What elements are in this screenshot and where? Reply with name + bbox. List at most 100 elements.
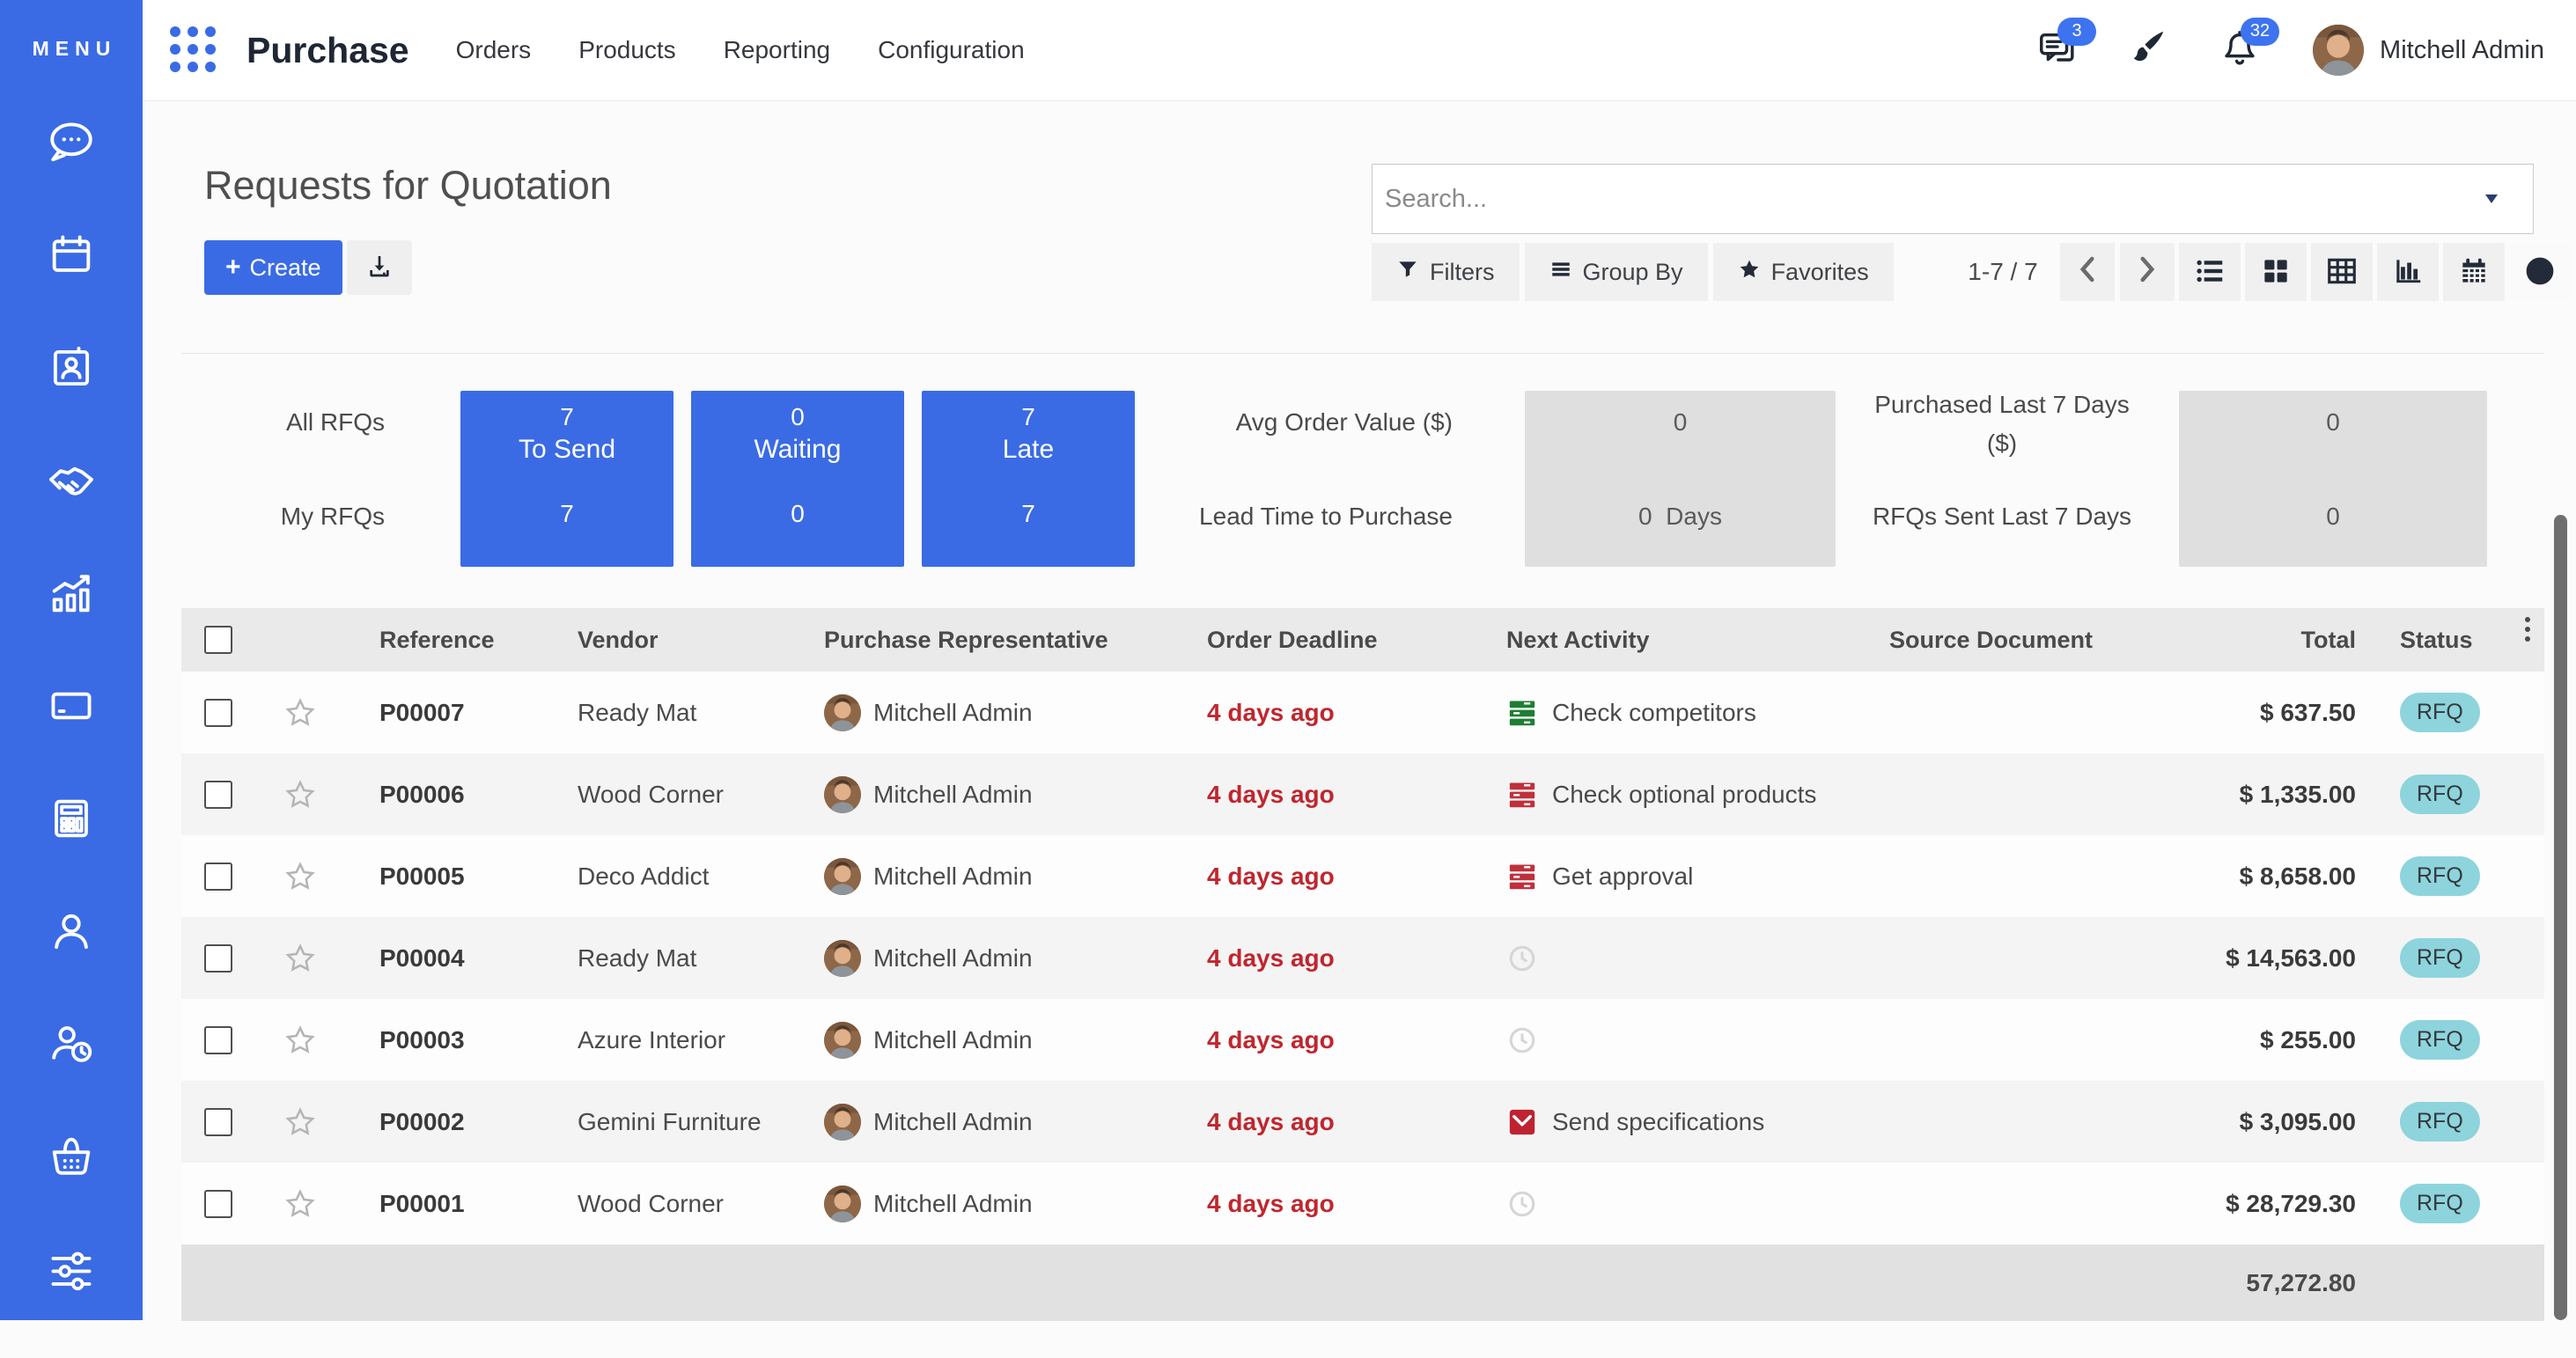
rfq-vendor: Deco Addict (578, 835, 709, 917)
sidebar-item-discuss[interactable] (46, 119, 97, 170)
sidebar-item-employees[interactable] (46, 907, 97, 958)
view-calendar-button[interactable] (2443, 243, 2505, 301)
col-header-status[interactable]: Status (2400, 608, 2473, 672)
activity-tasks-red-icon[interactable] (1506, 861, 1538, 892)
row-checkbox[interactable] (204, 1108, 232, 1136)
view-activity-button[interactable] (2509, 243, 2571, 301)
rep-name: Mitchell Admin (873, 863, 1033, 891)
apps-menu-icon[interactable] (169, 26, 218, 75)
menu-products[interactable]: Products (555, 36, 700, 64)
menu-toggle[interactable]: MENU (26, 37, 117, 61)
pager-range: 1-7 / 7 (1950, 243, 2056, 301)
favorite-star-icon[interactable] (283, 917, 317, 999)
messages-button[interactable]: 3 (2036, 28, 2077, 73)
sidebar-item-sales[interactable] (46, 569, 97, 620)
pager-next-button[interactable] (2120, 243, 2175, 301)
next-activity[interactable]: Send specifications (1506, 1081, 1764, 1163)
favorite-star-icon[interactable] (283, 1081, 317, 1163)
theme-brush-button[interactable] (2128, 28, 2168, 73)
menu-orders[interactable]: Orders (432, 36, 556, 64)
sidebar-item-calendar[interactable] (46, 231, 97, 283)
row-checkbox[interactable] (204, 781, 232, 809)
pager-previous-button[interactable] (2060, 243, 2115, 301)
favorite-star-icon[interactable] (283, 1163, 317, 1244)
notifications-button[interactable]: 32 (2219, 28, 2260, 73)
sidebar-item-attendance[interactable] (46, 1020, 97, 1071)
col-header-total[interactable]: Total (2301, 608, 2357, 672)
next-activity[interactable]: Get approval (1506, 835, 1693, 917)
calendar-icon (46, 230, 97, 285)
table-row[interactable]: P00006 Wood Corner Mitchell Admin 4 days… (181, 753, 2544, 835)
col-header-reference[interactable]: Reference (379, 608, 495, 672)
row-checkbox[interactable] (204, 1026, 232, 1054)
sidebar-item-accounting[interactable] (46, 795, 97, 846)
col-header-vendor[interactable]: Vendor (578, 608, 659, 672)
col-header-activity[interactable]: Next Activity (1506, 608, 1650, 672)
sidebar-item-purchase[interactable] (46, 1133, 97, 1184)
next-activity[interactable]: Check optional products (1506, 753, 1816, 835)
activity-summary: Check optional products (1552, 781, 1816, 809)
row-checkbox[interactable] (204, 699, 232, 727)
group-by-button[interactable]: Group By (1525, 243, 1708, 301)
menu-reporting[interactable]: Reporting (700, 36, 854, 64)
select-all-checkbox[interactable] (204, 626, 232, 654)
filter-my-rfqs[interactable]: My RFQs (143, 503, 385, 531)
sales-chart-icon (46, 568, 97, 623)
discuss-icon (46, 117, 97, 173)
view-graph-button[interactable] (2377, 243, 2439, 301)
favorite-star-icon[interactable] (283, 835, 317, 917)
tile-late[interactable]: 7 Late 7 (922, 391, 1135, 567)
activity-clock-icon[interactable] (1506, 1024, 1538, 1056)
row-checkbox[interactable] (204, 944, 232, 973)
table-row[interactable]: P00002 Gemini Furniture Mitchell Admin 4… (181, 1081, 2544, 1163)
vertical-scrollbar[interactable] (2554, 515, 2567, 1320)
view-kanban-button[interactable] (2245, 243, 2307, 301)
sidebar-item-expenses[interactable] (46, 682, 97, 733)
row-checkbox[interactable] (204, 1190, 232, 1218)
view-list-button[interactable] (2179, 243, 2241, 301)
row-checkbox[interactable] (204, 863, 232, 891)
view-pivot-button[interactable] (2311, 243, 2373, 301)
table-row[interactable]: P00005 Deco Addict Mitchell Admin 4 days… (181, 835, 2544, 917)
menu-configuration[interactable]: Configuration (854, 36, 1049, 64)
next-activity[interactable] (1506, 917, 1552, 999)
create-button[interactable]: + Create (204, 240, 342, 295)
favorite-star-icon[interactable] (283, 753, 317, 835)
rfq-vendor: Azure Interior (578, 999, 725, 1081)
app-title[interactable]: Purchase (247, 30, 409, 71)
rfq-total: $ 28,729.30 (2226, 1163, 2356, 1244)
col-header-source[interactable]: Source Document (1889, 608, 2093, 672)
activity-tasks-green-icon[interactable] (1506, 697, 1538, 729)
sidebar-item-settings[interactable] (46, 1245, 97, 1296)
table-row[interactable]: P00007 Ready Mat Mitchell Admin 4 days a… (181, 672, 2544, 753)
activity-tasks-red-icon[interactable] (1506, 779, 1538, 811)
favorites-button[interactable]: Favorites (1713, 243, 1894, 301)
search-input[interactable] (1373, 165, 2533, 233)
user-name[interactable]: Mitchell Admin (2380, 36, 2544, 65)
table-row[interactable]: P00001 Wood Corner Mitchell Admin 4 days… (181, 1163, 2544, 1244)
activity-mail-icon[interactable] (1506, 1106, 1538, 1138)
favorite-star-icon[interactable] (283, 672, 317, 753)
sidebar-item-crm[interactable] (46, 457, 97, 508)
next-activity[interactable]: Check competitors (1506, 672, 1756, 753)
activity-clock-icon[interactable] (1506, 943, 1538, 974)
sidebar-item-contacts[interactable] (46, 344, 97, 395)
filter-all-rfqs[interactable]: All RFQs (143, 408, 385, 437)
col-header-deadline[interactable]: Order Deadline (1207, 608, 1378, 672)
table-footer-row: 57,272.80 (181, 1244, 2544, 1321)
user-avatar[interactable] (2313, 25, 2364, 76)
filters-button[interactable]: Filters (1372, 243, 1520, 301)
rfq-total: $ 255.00 (2260, 999, 2356, 1081)
tile-to-send[interactable]: 7 To Send 7 (460, 391, 673, 567)
activity-clock-icon[interactable] (1506, 1188, 1538, 1220)
table-row[interactable]: P00004 Ready Mat Mitchell Admin 4 days a… (181, 917, 2544, 999)
optional-columns-icon[interactable] (2525, 617, 2530, 642)
favorite-star-icon[interactable] (283, 999, 317, 1081)
next-activity[interactable] (1506, 999, 1552, 1081)
next-activity[interactable] (1506, 1163, 1552, 1244)
col-header-rep[interactable]: Purchase Representative (824, 608, 1108, 672)
table-row[interactable]: P00003 Azure Interior Mitchell Admin 4 d… (181, 999, 2544, 1081)
tile-waiting[interactable]: 0 Waiting 0 (691, 391, 904, 567)
export-button[interactable] (347, 240, 412, 295)
search-dropdown-caret-icon[interactable] (2485, 195, 2498, 203)
